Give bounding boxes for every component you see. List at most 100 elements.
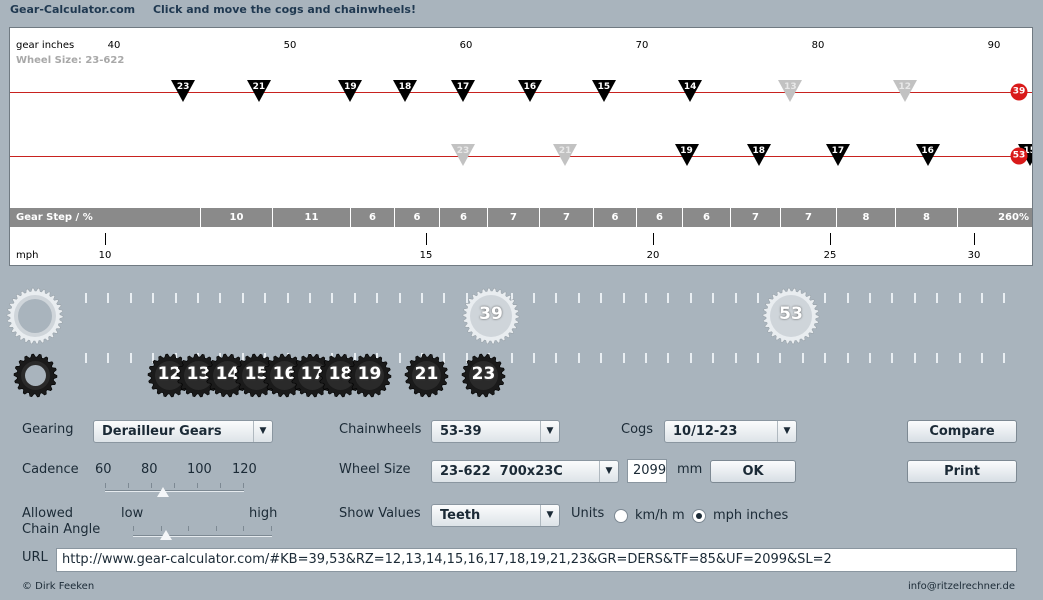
cog-21[interactable]: 21 — [404, 353, 449, 398]
contact-email[interactable]: info@ritzelrechner.de — [908, 581, 1015, 592]
slider-tick — [270, 526, 272, 531]
url-label: URL — [22, 550, 48, 565]
cog-empty-slot[interactable] — [13, 353, 58, 398]
ruler-tick — [287, 293, 289, 303]
url-input[interactable]: http://www.gear-calculator.com/#KB=39,53… — [56, 548, 1017, 572]
chainwheel-53[interactable]: 53 — [762, 287, 820, 345]
ruler-tick — [757, 293, 759, 303]
wheel-size-select[interactable]: 23-622 700x23C ▼ — [431, 460, 619, 483]
unit-mph-radio[interactable] — [692, 509, 706, 523]
gearing-label: Gearing — [22, 422, 74, 437]
ok-button[interactable]: OK — [710, 460, 796, 483]
gear-inch-tick: 90 — [987, 40, 1001, 51]
chainline-53 — [10, 156, 1032, 157]
cog-teeth: 19 — [357, 364, 382, 384]
wheel-size-label: Wheel Size: 23-622 — [16, 55, 125, 66]
chainwheels-value: 53-39 — [440, 424, 482, 439]
gear-inch-tick: 70 — [635, 40, 649, 51]
cog-marker-top-18: 18 — [392, 79, 418, 103]
gear-step-cell: 7 — [539, 208, 593, 227]
units-label: Units — [571, 506, 605, 521]
chevron-down-icon: ▼ — [599, 461, 618, 482]
gear-step-cell: 7 — [730, 208, 780, 227]
chainwheels-label: Chainwheels — [339, 422, 422, 437]
slider-tick — [105, 483, 106, 488]
ruler-tick — [399, 293, 401, 303]
cadence-label: Cadence — [22, 462, 79, 477]
cog-marker-top-13: 13 — [777, 79, 803, 103]
ruler-tick — [331, 293, 333, 303]
chainwheel-39[interactable]: 39 — [462, 287, 520, 345]
ruler-tick — [914, 293, 916, 303]
chevron-down-icon: ▼ — [253, 421, 272, 442]
gearing-select[interactable]: Derailleur Gears ▼ — [93, 420, 273, 443]
ruler-tick — [936, 293, 938, 303]
gear-step-cell: 6 — [682, 208, 730, 227]
ruler-tick — [712, 293, 714, 303]
ruler-tick — [152, 293, 154, 303]
ruler-tick — [107, 293, 109, 303]
cog-23[interactable]: 23 — [461, 353, 506, 398]
chainwheel-empty-slot[interactable] — [6, 287, 64, 345]
wheel-size-field-label: Wheel Size — [339, 462, 411, 477]
print-button[interactable]: Print — [907, 460, 1017, 483]
ruler-tick — [869, 293, 871, 303]
slider-tick — [188, 526, 189, 531]
unit-mph-label: mph inches — [713, 508, 789, 523]
show-values-select[interactable]: Teeth ▼ — [431, 504, 560, 527]
gear-step-cell: 8 — [836, 208, 895, 227]
circumference-input[interactable]: 2099 — [627, 459, 667, 483]
chevron-down-icon: ▼ — [540, 421, 559, 442]
cog-marker-top-16: 16 — [517, 79, 543, 103]
chevron-down-icon: ▼ — [777, 421, 796, 442]
cadence-slider-track[interactable] — [105, 490, 244, 492]
cogs-value: 10/12-23 — [673, 424, 738, 439]
ruler-tick — [667, 353, 669, 363]
gearing-value: Derailleur Gears — [102, 424, 222, 439]
slider-tick — [243, 483, 244, 488]
ruler-tick — [936, 353, 938, 363]
gear-step-cell: 6 — [350, 208, 394, 227]
ruler-tick — [847, 353, 849, 363]
mph-tick — [426, 233, 427, 245]
chain-angle-low: low — [121, 506, 144, 521]
ruler-tick — [891, 293, 893, 303]
gear-chart: gear inches Wheel Size: 23-622 40 50 60 70 8… — [9, 27, 1033, 266]
cog-icon — [13, 353, 58, 398]
cog-marker-bottom-21: 21 — [552, 143, 578, 167]
chainwheel-teeth: 39 — [479, 304, 503, 324]
ruler-tick — [847, 293, 849, 303]
chainwheels-select[interactable]: 53-39 ▼ — [431, 420, 560, 443]
ruler-tick — [600, 353, 602, 363]
gear-step-cell: 6 — [636, 208, 682, 227]
ruler-tick — [735, 293, 737, 303]
unit-kmh-radio[interactable] — [614, 509, 628, 523]
ruler-tick — [600, 293, 602, 303]
slider-tick — [174, 483, 175, 488]
ruler-tick — [959, 293, 961, 303]
cadence-tick-label: 80 — [141, 462, 158, 477]
ruler-tick — [824, 353, 826, 363]
ruler-tick — [511, 353, 513, 363]
ruler-tick — [376, 293, 378, 303]
site-name[interactable]: Gear-Calculator.com — [10, 3, 135, 16]
gear-inch-tick: 60 — [459, 40, 473, 51]
wheel-size-value: 23-622 700x23C — [440, 464, 563, 479]
cadence-slider-thumb[interactable] — [156, 487, 169, 497]
gear-step-cell: 10 — [200, 208, 272, 227]
mph-tick-label: 30 — [967, 250, 981, 261]
ruler-tick — [443, 293, 445, 303]
cog-19[interactable]: 19 — [347, 353, 392, 398]
compare-button[interactable]: Compare — [907, 420, 1017, 443]
cog-marker-top-14: 14 — [677, 79, 703, 103]
ruler-tick — [891, 353, 893, 363]
mph-tick-label: 20 — [646, 250, 660, 261]
chain-angle-slider-thumb[interactable] — [160, 530, 172, 540]
cogs-select[interactable]: 10/12-23 ▼ — [664, 420, 797, 443]
unit-kmh-label: km/h m — [635, 508, 685, 523]
cadence-tick-label: 60 — [95, 462, 112, 477]
gear-step-cell: 8 — [895, 208, 957, 227]
gear-step-title: Gear Step / % — [16, 212, 93, 223]
chain-angle-slider-track[interactable] — [133, 535, 272, 537]
show-values-label: Show Values — [339, 506, 421, 521]
